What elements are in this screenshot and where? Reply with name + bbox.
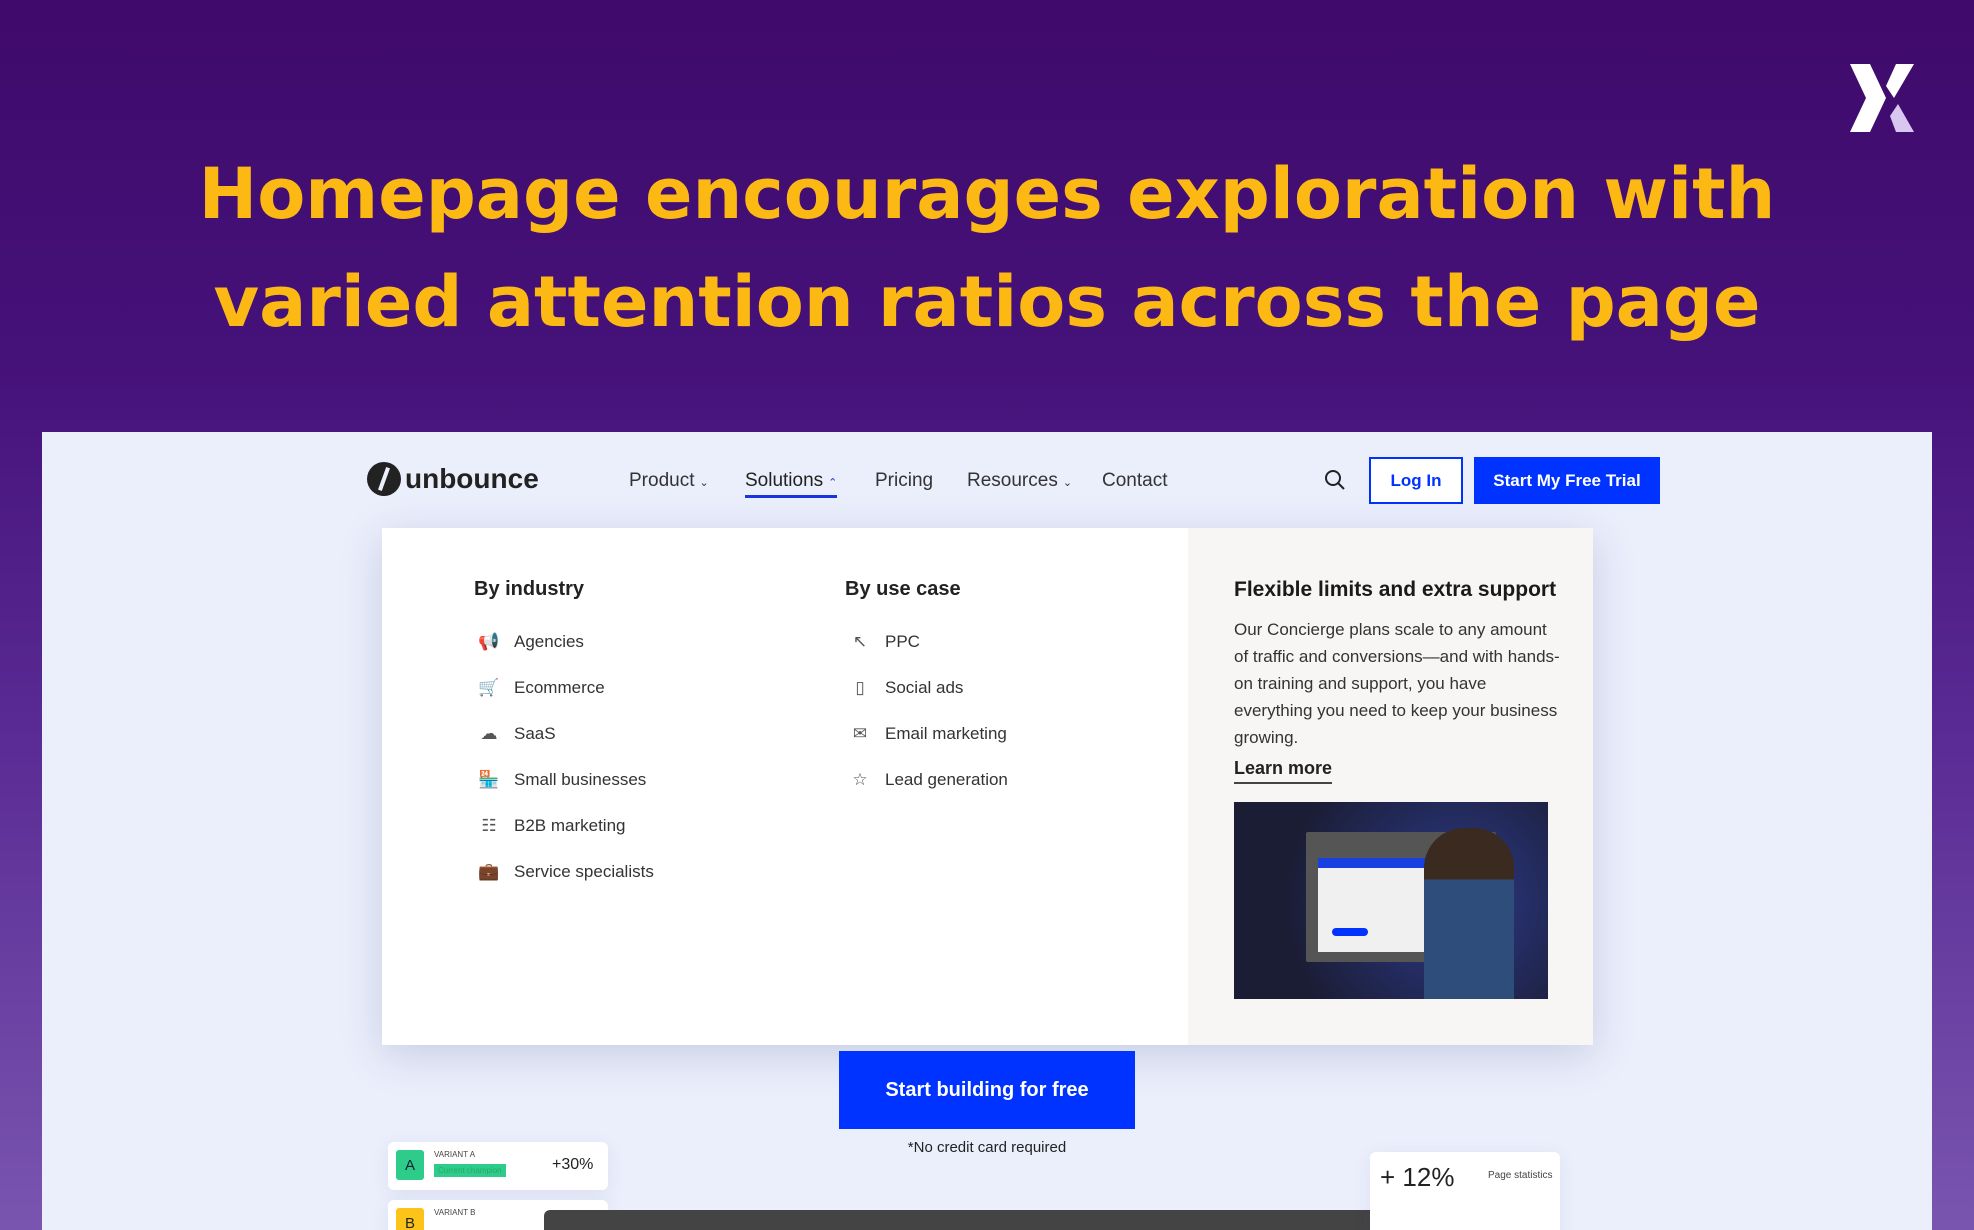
- briefcase-icon: 💼: [478, 862, 500, 881]
- menu-item-small-businesses[interactable]: 🏪 Small businesses: [478, 770, 646, 790]
- item-label: Service specialists: [514, 862, 654, 881]
- search-icon[interactable]: [1323, 468, 1347, 492]
- nav-product[interactable]: Product ⌄: [629, 470, 709, 492]
- storefront-icon: 🏪: [478, 770, 500, 789]
- item-label: Lead generation: [885, 770, 1008, 789]
- item-label: B2B marketing: [514, 816, 626, 835]
- promo-side-panel: Flexible limits and extra support Our Co…: [1188, 528, 1593, 1045]
- item-label: Email marketing: [885, 724, 1007, 743]
- chevron-down-icon: ⌄: [699, 477, 709, 489]
- promo-body: Our Concierge plans scale to any amount …: [1234, 620, 1560, 747]
- menu-item-agencies[interactable]: 📢 Agencies: [478, 632, 584, 652]
- button-graphic: [1332, 928, 1368, 936]
- website-screenshot: unbounce Product ⌄ Solutions ⌃ Pricing Res…: [42, 432, 1932, 1230]
- chevron-up-icon: ⌃: [828, 477, 838, 489]
- unbounce-logo[interactable]: unbounce: [367, 462, 539, 496]
- by-industry-heading: By industry: [474, 578, 585, 600]
- item-label: Social ads: [885, 678, 964, 697]
- learn-more-link[interactable]: Learn more: [1234, 758, 1333, 784]
- envelope-icon: ✉: [852, 724, 868, 743]
- editor-preview-bar: [544, 1210, 1412, 1230]
- headline-line-1: Homepage encourages exploration with: [198, 153, 1776, 235]
- promo-heading: Flexible limits and extra support: [1234, 578, 1557, 601]
- menu-item-b2b-marketing[interactable]: ☷ B2B marketing: [478, 816, 626, 836]
- headline-line-2: varied attention ratios across the page: [213, 261, 1761, 343]
- variant-b-label: VARIANT B: [434, 1208, 476, 1217]
- no-credit-card-note: *No credit card required: [907, 1139, 1067, 1156]
- variant-a-value: +30%: [552, 1156, 594, 1173]
- menu-item-social-ads[interactable]: ▯ Social ads: [849, 678, 963, 698]
- b2b-icon: ☷: [481, 816, 497, 835]
- menu-item-ecommerce[interactable]: 🛒 Ecommerce: [478, 678, 605, 698]
- cart-icon: 🛒: [478, 678, 500, 697]
- solutions-dropdown: By industry 📢 Agencies 🛒 Ecommerce ☁ SaaS 🏪…: [382, 528, 1593, 1045]
- nav-label: Solutions: [745, 470, 824, 491]
- nav-contact[interactable]: Contact: [1102, 470, 1167, 492]
- nav-pricing[interactable]: Pricing: [875, 470, 933, 492]
- menu-item-saas[interactable]: ☁ SaaS: [478, 724, 556, 744]
- login-button[interactable]: Log In: [1369, 457, 1463, 504]
- nav-label: Product: [629, 470, 695, 491]
- top-nav: unbounce Product ⌄ Solutions ⌃ Pricing Res…: [367, 456, 1667, 506]
- item-label: Small businesses: [514, 770, 647, 789]
- item-label: Ecommerce: [514, 678, 605, 697]
- item-label: SaaS: [514, 724, 556, 743]
- page-statistics-card: + 12% Page statistics: [1370, 1152, 1560, 1230]
- chevron-down-icon: ⌄: [1062, 477, 1073, 489]
- start-building-button[interactable]: Start building for free: [839, 1051, 1135, 1129]
- star-icon: ☆: [852, 770, 868, 789]
- menu-item-service-specialists[interactable]: 💼 Service specialists: [478, 862, 654, 882]
- variant-b-badge: B: [396, 1208, 424, 1230]
- variant-a-card: A VARIANT A Current champion +30%: [388, 1142, 608, 1190]
- nav-label: Resources: [967, 470, 1058, 491]
- brand-x-logo: [1850, 64, 1914, 132]
- headline: Homepage encourages exploration with var…: [0, 140, 1974, 356]
- person-graphic: [1424, 828, 1514, 999]
- variant-a-badge: A: [396, 1150, 424, 1180]
- phone-icon: ▯: [855, 678, 865, 697]
- cloud-icon: ☁: [480, 724, 498, 743]
- nav-solutions[interactable]: Solutions ⌃: [745, 470, 838, 498]
- item-label: PPC: [885, 632, 920, 651]
- stats-label: Page statistics: [1488, 1170, 1553, 1181]
- promo-image: [1234, 802, 1548, 999]
- menu-item-ppc[interactable]: ↖ PPC: [849, 632, 920, 652]
- megaphone-icon: 📢: [478, 632, 500, 651]
- nav-resources[interactable]: Resources ⌄: [967, 470, 1072, 492]
- menu-item-email-marketing[interactable]: ✉ Email marketing: [849, 724, 1007, 744]
- start-free-trial-button[interactable]: Start My Free Trial: [1474, 457, 1660, 504]
- menu-item-lead-generation[interactable]: ☆ Lead generation: [849, 770, 1008, 790]
- current-champion-tag: Current champion: [434, 1164, 506, 1177]
- variant-a-label: VARIANT A: [434, 1150, 476, 1159]
- logo-text: unbounce: [405, 463, 539, 494]
- by-use-case-heading: By use case: [845, 578, 961, 600]
- stats-value: + 12%: [1380, 1162, 1455, 1192]
- unbounce-logo-icon: [367, 462, 401, 496]
- item-label: Agencies: [514, 632, 584, 651]
- cursor-icon: ↖: [852, 632, 868, 651]
